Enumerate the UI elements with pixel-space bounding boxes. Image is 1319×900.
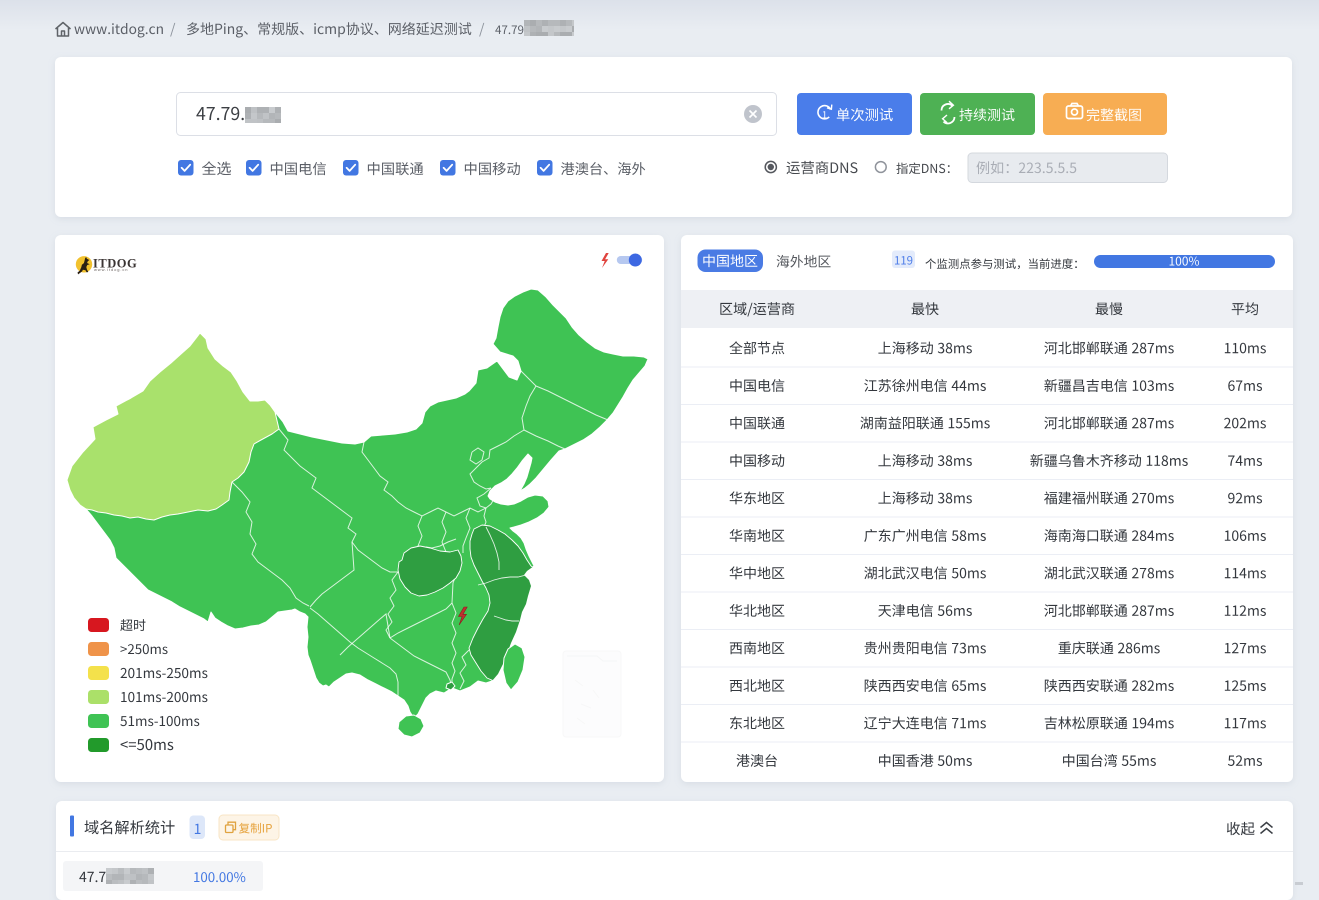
- svg-text:www.itdog.cn: www.itdog.cn: [94, 267, 128, 272]
